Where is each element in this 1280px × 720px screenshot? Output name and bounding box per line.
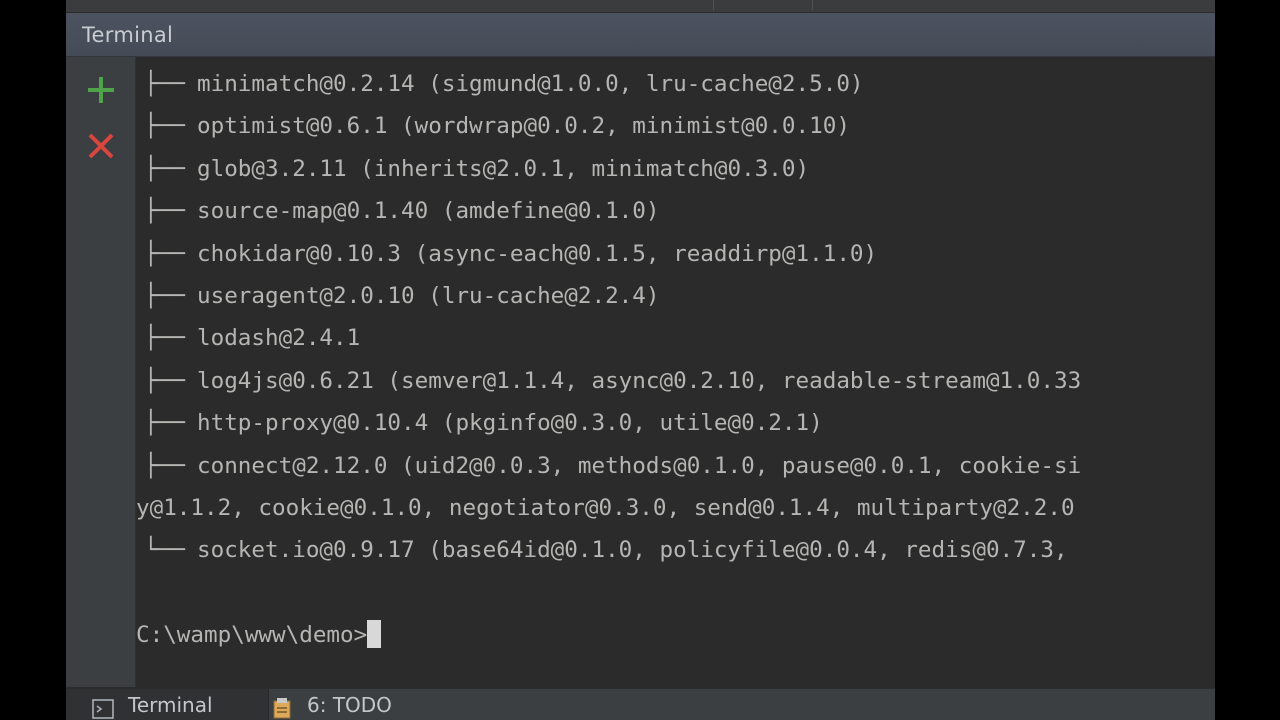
tree-branch: ├── [144,240,185,267]
tree-branch: ├── [144,410,185,437]
output-line: connect@2.12.0 (uid2@0.0.3, methods@0.1.… [197,452,1082,479]
output-line: http-proxy@0.10.4 (pkginfo@0.3.0, utile@… [197,410,823,437]
tree-branch: ├── [144,452,185,479]
tab-todo[interactable]: 6: TODO [271,689,392,720]
tab-divider [812,0,813,10]
close-icon [88,133,114,159]
tree-branch: ├── [144,367,185,394]
output-line: log4js@0.6.21 (semver@1.1.4, async@0.2.1… [197,367,1082,394]
tab-label: 6: TODO [307,693,392,717]
output-line: socket.io@0.9.17 (base64id@0.1.0, policy… [197,537,1068,563]
terminal-panel-header: Terminal [66,13,1215,57]
terminal-toolbar [66,57,136,687]
panel-title: Terminal [82,23,174,47]
output-line: lodash@2.4.1 [197,325,361,352]
close-session-button[interactable] [85,130,117,162]
tab-label: Terminal [128,693,213,717]
tool-window-bar: Terminal 6: TODO [66,688,1215,720]
terminal-icon [92,699,114,719]
screen: Terminal ├── minimatch@0.2.14 (sigmund@1.… [0,0,1280,720]
new-session-button[interactable] [85,74,117,106]
tab-divider [713,0,714,10]
tree-branch: ├── [144,71,185,97]
output-line: chokidar@0.10.3 (async-each@0.1.5, readd… [197,240,878,267]
left-letterbox [0,0,66,720]
ide-window: Terminal ├── minimatch@0.2.14 (sigmund@1.… [66,0,1215,720]
output-line: minimatch@0.2.14 (sigmund@1.0.0, lru-cac… [197,71,864,97]
output-line: glob@3.2.11 (inherits@2.0.1, minimatch@0… [197,155,810,182]
editor-tab-strip [66,0,1215,13]
prompt-line[interactable]: C:\wamp\www\demo> [136,620,382,650]
tree-branch: └── [144,537,185,563]
right-letterbox [1215,0,1280,720]
tab-terminal[interactable]: Terminal [66,689,269,720]
plus-icon [88,77,114,103]
output-line: useragent@2.0.10 (lru-cache@2.2.4) [197,283,660,309]
output-line: optimist@0.6.1 (wordwrap@0.0.2, minimist… [197,113,850,140]
output-line: source-map@0.1.40 (amdefine@0.1.0) [197,198,660,225]
tree-branch: ├── [144,283,185,309]
shell-prompt: C:\wamp\www\demo> [136,622,368,648]
wrapped-output-line: y@1.1.2, cookie@0.1.0, negotiator@0.3.0,… [136,495,1075,521]
todo-icon [273,698,291,719]
terminal-output[interactable]: ├── minimatch@0.2.14 (sigmund@1.0.0, lru-… [136,57,1215,687]
tree-branch: ├── [144,198,185,225]
tree-branch: ├── [144,113,185,140]
text-cursor [367,620,382,648]
tree-branch: ├── [144,155,185,182]
tree-branch: ├── [144,325,185,352]
